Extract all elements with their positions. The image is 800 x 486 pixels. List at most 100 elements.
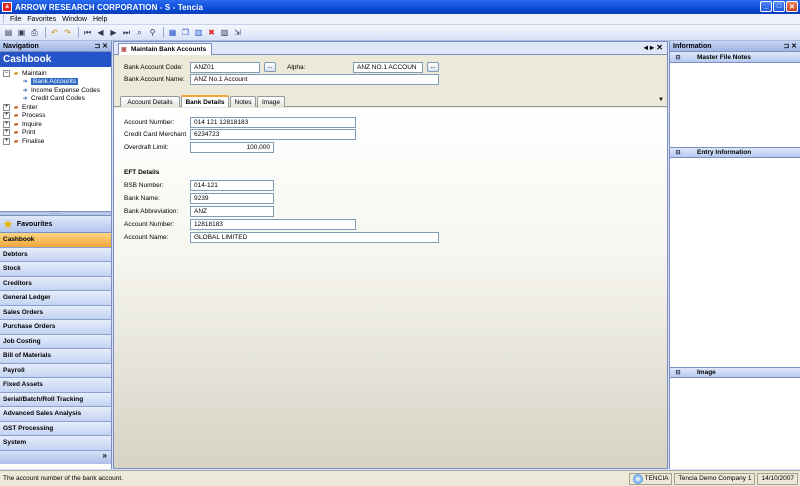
menu-favorites[interactable]: Favorites <box>27 16 56 23</box>
expand-icon[interactable]: + <box>3 129 10 137</box>
module-purchase-orders[interactable]: Purchase Orders <box>0 320 111 335</box>
tree-item-inquire[interactable]: + ▰ Inquire <box>3 120 111 129</box>
minimize-button[interactable]: _ <box>760 1 772 12</box>
post-icon[interactable]: ⚲ <box>147 27 158 38</box>
expand-icon[interactable]: + <box>3 112 10 120</box>
tab-maintain-bank-accounts[interactable]: ▣ Maintain Bank Accounts <box>118 43 213 55</box>
document-area: ▣ Maintain Bank Accounts ◂ ▸ ✕ Bank Acco… <box>113 41 668 469</box>
bank-account-code-field[interactable]: ANZ01 <box>190 62 260 73</box>
toolbar: ▤ ▣ ⎙ ↶ ↷ ⏮ ◀ ▶ ⏭ ⌕ ⚲ ▦ ❐ ▥ ✖ ▧ ⇲ <box>0 25 800 41</box>
tree-item-credit-card-codes[interactable]: ➜ Credit Card Codes <box>3 95 111 104</box>
alpha-lookup-button[interactable]: ... <box>427 62 439 72</box>
maximize-button[interactable]: □ <box>773 1 785 12</box>
save-record-icon[interactable]: ▦ <box>167 27 178 38</box>
copy-icon[interactable]: ❐ <box>180 27 191 38</box>
tab-account-details[interactable]: Account Details <box>120 96 180 107</box>
tab-list-dropdown-icon[interactable]: ▼ <box>658 97 664 103</box>
new-icon[interactable]: ▤ <box>3 27 14 38</box>
module-serial-batch-roll-tracking[interactable]: Serial/Batch/Roll Tracking <box>0 392 111 407</box>
tree-item-enter[interactable]: + ▰ Enter <box>3 103 111 112</box>
tree-item-label: Maintain <box>22 69 47 77</box>
bank-account-name-field[interactable]: ANZ No.1 Account <box>190 74 439 85</box>
expand-icon[interactable]: + <box>3 103 10 111</box>
delete-icon[interactable]: ✖ <box>206 27 217 38</box>
module-system[interactable]: System <box>0 436 111 451</box>
attach-icon[interactable]: ▥ <box>193 27 204 38</box>
expand-icon[interactable]: + <box>3 120 10 128</box>
status-date: 14/10/2007 <box>757 472 798 485</box>
expand-icon[interactable]: + <box>3 137 10 145</box>
save-icon[interactable]: ▣ <box>16 27 27 38</box>
undo-icon[interactable]: ↶ <box>49 27 60 38</box>
arrow-icon: ➜ <box>22 87 28 94</box>
tree-item-label: Process <box>22 112 46 120</box>
account-number-field[interactable]: 014 121 12818183 <box>190 117 356 128</box>
collapse-icon[interactable]: ⊟ <box>674 369 682 376</box>
image-header[interactable]: ⊟ Image <box>670 367 800 378</box>
bank-account-code-lookup-button[interactable]: ... <box>264 62 276 72</box>
overdraft-limit-label: Overdraft Limit: <box>124 144 169 151</box>
menu-help[interactable]: Help <box>93 16 107 23</box>
bsb-number-field[interactable]: 014-121 <box>190 180 274 191</box>
collapse-icon[interactable]: ⊟ <box>674 149 682 156</box>
master-file-notes-header[interactable]: ⊟ Master File Notes <box>670 52 800 63</box>
module-fixed-assets[interactable]: Fixed Assets <box>0 378 111 393</box>
redo-icon[interactable]: ↷ <box>62 27 73 38</box>
navigation-header-controls[interactable]: ⊐ ✕ <box>94 42 108 50</box>
star-icon: ★ <box>3 218 13 231</box>
module-sales-orders[interactable]: Sales Orders <box>0 305 111 320</box>
first-icon[interactable]: ⏮ <box>82 27 93 38</box>
tree-item-finalise[interactable]: + ▰ Finalise <box>3 137 111 146</box>
eft-account-number-field[interactable]: 12818183 <box>190 219 356 230</box>
menu-window[interactable]: Window <box>62 16 87 23</box>
tab-bank-details[interactable]: Bank Details <box>181 95 229 107</box>
module-creditors[interactable]: Creditors <box>0 276 111 291</box>
image-body <box>670 378 800 458</box>
module-bill-of-materials[interactable]: Bill of Materials <box>0 349 111 364</box>
module-gst-processing[interactable]: GST Processing <box>0 421 111 436</box>
export-icon[interactable]: ⇲ <box>232 27 243 38</box>
tab-notes[interactable]: Notes <box>230 96 256 107</box>
favourites-button[interactable]: ★ Favourites <box>0 216 111 233</box>
document-tab-controls[interactable]: ◂ ▸ ✕ <box>644 43 663 52</box>
menu-file[interactable]: File <box>10 16 21 23</box>
alpha-field[interactable]: ANZ NO.1 ACCOUN <box>353 62 423 73</box>
module-cashbook[interactable]: Cashbook <box>0 233 111 248</box>
more-modules-button[interactable]: » <box>0 450 111 464</box>
last-icon[interactable]: ⏭ <box>121 27 132 38</box>
report-icon[interactable]: ▧ <box>219 27 230 38</box>
previous-icon[interactable]: ◀ <box>95 27 106 38</box>
tree-item-process[interactable]: + ▰ Process <box>3 112 111 121</box>
tree-item-print[interactable]: + ▰ Print <box>3 129 111 138</box>
globe-icon <box>632 473 643 484</box>
module-payroll[interactable]: Payroll <box>0 363 111 378</box>
bank-name-field[interactable]: 9239 <box>190 193 274 204</box>
collapse-icon[interactable]: − <box>3 69 10 77</box>
favourites-label: Favourites <box>16 220 53 228</box>
tree-item-bank-accounts[interactable]: ➜ Bank Accounts <box>3 78 111 87</box>
close-button[interactable]: ✕ <box>786 1 798 12</box>
app-icon: a <box>2 2 12 12</box>
module-debtors[interactable]: Debtors <box>0 247 111 262</box>
module-job-costing[interactable]: Job Costing <box>0 334 111 349</box>
eft-account-number-label: Account Number: <box>124 221 175 228</box>
overdraft-limit-field[interactable]: 100.000 <box>190 142 274 153</box>
tab-image[interactable]: Image <box>257 96 285 107</box>
next-icon[interactable]: ▶ <box>108 27 119 38</box>
tree-item-maintain[interactable]: − ▰ Maintain <box>3 69 111 78</box>
status-server: TENCIA <box>628 472 673 485</box>
tree-item-income-expense-codes[interactable]: ➜ Income Expense Codes <box>3 86 111 95</box>
arrow-icon: ➜ <box>22 96 28 103</box>
collapse-icon[interactable]: ⊟ <box>674 54 682 61</box>
find-icon[interactable]: ⌕ <box>134 27 145 38</box>
credit-card-merchant-field[interactable]: 6234723 <box>190 129 356 140</box>
module-advanced-sales-analysis[interactable]: Advanced Sales Analysis <box>0 407 111 422</box>
bank-abbreviation-field[interactable]: ANZ <box>190 206 274 217</box>
print-icon[interactable]: ⎙ <box>29 27 40 38</box>
account-header-form: Bank Account Code: ANZ01 ... Alpha: ANZ … <box>114 55 667 91</box>
account-name-field[interactable]: GLOBAL LIMITED <box>190 232 439 243</box>
module-general-ledger[interactable]: General Ledger <box>0 291 111 306</box>
information-header-controls[interactable]: ⊐ ✕ <box>783 42 797 50</box>
entry-information-header[interactable]: ⊟ Entry Information <box>670 147 800 158</box>
module-stock[interactable]: Stock <box>0 262 111 277</box>
